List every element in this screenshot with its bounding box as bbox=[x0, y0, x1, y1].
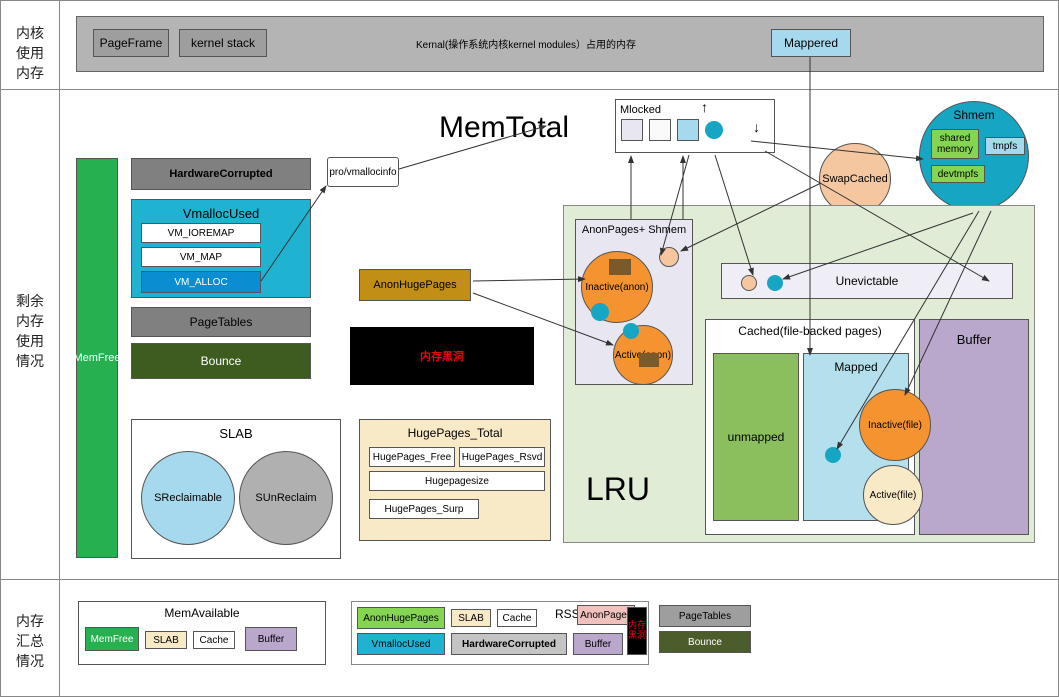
anon-teal-1 bbox=[591, 303, 609, 321]
mlocked-dot3 bbox=[677, 119, 699, 141]
vm-map: VM_MAP bbox=[141, 247, 261, 267]
mlocked-dot2 bbox=[649, 119, 671, 141]
summary-memfree: MemFree bbox=[85, 627, 139, 651]
black-hole-box: 内存黑洞 bbox=[350, 327, 534, 385]
pro-vmallocinfo: pro/vmallocinfo bbox=[327, 157, 399, 187]
memtotal-title: MemTotal bbox=[439, 111, 569, 145]
arrow-down-icon: ↓ bbox=[753, 119, 760, 135]
anon-brown-2 bbox=[639, 353, 659, 367]
anon-peach-1 bbox=[659, 247, 679, 267]
section-label-kernel: 内核 使用 内存 bbox=[1, 23, 59, 83]
hugepagesize: Hugepagesize bbox=[369, 471, 545, 491]
summary-hwcorrupted: HardwareCorrupted bbox=[451, 633, 567, 655]
lru-label: LRU bbox=[586, 471, 650, 508]
rss-label: RSS bbox=[555, 607, 580, 621]
kernel-text: Kernal(操作系统内核kernel modules）占用的内存 bbox=[361, 33, 691, 53]
mappered-box: Mappered bbox=[771, 29, 851, 57]
vm-ioremap: VM_IOREMAP bbox=[141, 223, 261, 243]
summary-blackhole: 内存 黑洞 bbox=[627, 607, 647, 655]
diagram-stage: 内核 使用 内存 剩余 内存 使用 情况 内存 汇总 情况 PageFrame … bbox=[0, 0, 1059, 697]
anon-brown-1 bbox=[609, 259, 631, 275]
unevict-teal bbox=[767, 275, 783, 291]
devtmpfs-box: devtmpfs bbox=[931, 165, 985, 183]
summary-anonhuge: AnonHugePages bbox=[357, 607, 445, 629]
buffer-box: Buffer bbox=[919, 319, 1029, 535]
mlocked-dot4 bbox=[705, 121, 723, 139]
hugepages-rsvd: HugePages_Rsvd bbox=[459, 447, 545, 467]
memfree-bar: MemFree bbox=[76, 158, 118, 558]
inactive-file-circle: Inactive(file) bbox=[859, 389, 931, 461]
hardware-corrupted-box: HardwareCorrupted bbox=[131, 158, 311, 190]
anon-teal-2 bbox=[623, 323, 639, 339]
summary-slab2: SLAB bbox=[451, 609, 491, 627]
section-label-summary: 内存 汇总 情况 bbox=[1, 611, 59, 671]
sunreclaim-circle: SUnReclaim bbox=[239, 451, 333, 545]
vm-alloc: VM_ALLOC bbox=[141, 271, 261, 293]
arrow-up-icon: ↑ bbox=[701, 99, 708, 115]
summary-pagetables: PageTables bbox=[659, 605, 751, 627]
hugepages-surp: HugePages_Surp bbox=[369, 499, 479, 519]
active-file-circle: Active(file) bbox=[863, 465, 923, 525]
sreclaimable-circle: SReclaimable bbox=[141, 451, 235, 545]
summary-slab: SLAB bbox=[145, 631, 187, 649]
divider bbox=[1, 579, 1058, 580]
hugepages-free: HugePages_Free bbox=[369, 447, 455, 467]
kernel-stack-box: kernel stack bbox=[179, 29, 267, 57]
summary-vmalloc: VmallocUsed bbox=[357, 633, 445, 655]
page-frame-box: PageFrame bbox=[93, 29, 169, 57]
summary-bounce: Bounce bbox=[659, 631, 751, 653]
unmapped-box: unmapped bbox=[713, 353, 799, 521]
tmpfs-box: tmpfs bbox=[985, 137, 1025, 155]
unevictable-box: Unevictable bbox=[721, 263, 1013, 299]
divider bbox=[1, 89, 1058, 90]
anon-huge-pages-box: AnonHugePages bbox=[359, 269, 471, 301]
shared-memory-box: shared memory bbox=[931, 129, 979, 159]
summary-cache: Cache bbox=[193, 631, 235, 649]
summary-buffer: Buffer bbox=[245, 627, 297, 651]
mlocked-dot1 bbox=[621, 119, 643, 141]
mapped-teal-dot bbox=[825, 447, 841, 463]
summary-buffer2: Buffer bbox=[573, 633, 623, 655]
bounce-box: Bounce bbox=[131, 343, 311, 379]
section-label-remaining: 剩余 内存 使用 情况 bbox=[1, 291, 59, 371]
summary-cache2: Cache bbox=[497, 609, 537, 627]
divider bbox=[59, 1, 60, 696]
page-tables-box: PageTables bbox=[131, 307, 311, 337]
unevict-peach bbox=[741, 275, 757, 291]
